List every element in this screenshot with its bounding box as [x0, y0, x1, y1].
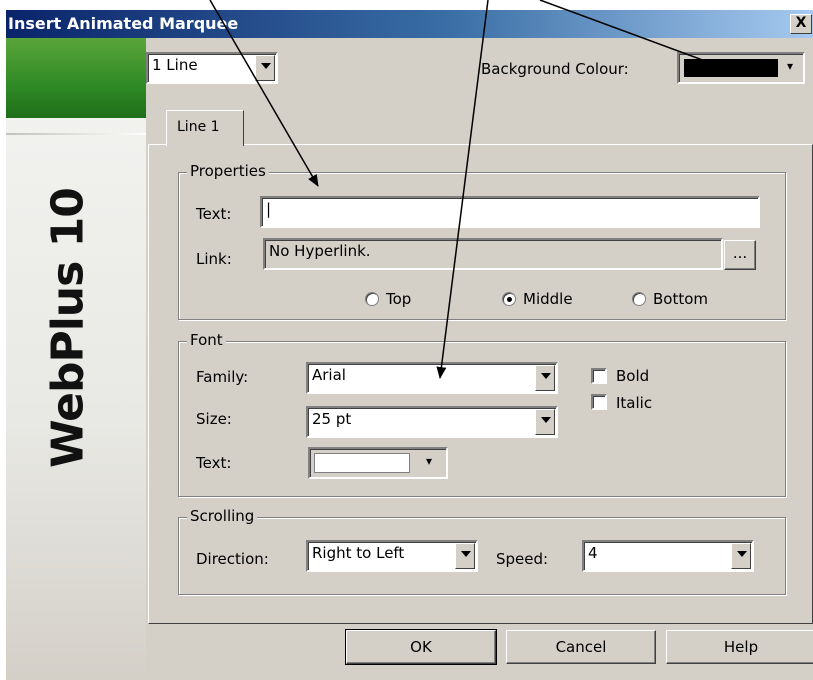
chevron-down-icon[interactable] [255, 55, 275, 81]
link-field: No Hyperlink. [263, 238, 723, 270]
marquee-text-value: | [266, 200, 272, 218]
brand-panel: WebPlus 10 [6, 38, 146, 680]
chevron-down-icon[interactable]: ▾ [787, 59, 793, 73]
brand-divider [6, 133, 146, 135]
font-size-select[interactable]: 25 pt [306, 406, 558, 438]
background-colour-label: Background Colour: [481, 60, 629, 78]
position-top-radio[interactable] [365, 292, 379, 306]
position-top-label: Top [386, 290, 412, 308]
scrolling-group-title: Scrolling [187, 507, 258, 525]
position-middle-label: Middle [523, 290, 573, 308]
webplus-logo: WebPlus 10 [42, 188, 94, 468]
font-text-colour-swatch [314, 453, 410, 473]
chevron-down-icon[interactable] [535, 409, 555, 435]
italic-checkbox[interactable] [591, 394, 607, 410]
chevron-down-icon[interactable]: ▾ [426, 454, 432, 468]
position-middle-radio[interactable] [502, 292, 516, 306]
chevron-down-icon[interactable] [455, 543, 475, 569]
font-family-select[interactable]: Arial [306, 362, 558, 394]
bold-label: Bold [616, 367, 650, 385]
speed-value: 4 [588, 544, 598, 562]
browse-link-button[interactable]: ... [724, 240, 756, 270]
tab-line-1-label: Line 1 [177, 119, 220, 135]
lines-count-select[interactable]: 1 Line [146, 52, 278, 84]
chevron-down-icon[interactable] [731, 543, 751, 569]
speed-select[interactable]: 4 [582, 540, 754, 572]
title-bar[interactable]: Insert Animated Marquee X [6, 10, 813, 38]
position-bottom-label: Bottom [653, 290, 709, 308]
direction-label: Direction: [196, 550, 269, 568]
speed-label: Speed: [496, 550, 549, 568]
font-family-value: Arial [312, 366, 346, 384]
chevron-down-icon[interactable] [535, 365, 555, 391]
direction-select[interactable]: Right to Left [306, 540, 478, 572]
font-size-value: 25 pt [312, 410, 352, 428]
brand-green-band [6, 38, 146, 118]
position-bottom-radio[interactable] [632, 292, 646, 306]
link-value: No Hyperlink. [269, 242, 371, 260]
lines-count-value: 1 Line [152, 56, 198, 74]
close-button[interactable]: X [790, 14, 812, 34]
link-label: Link: [196, 250, 232, 268]
font-group-title: Font [187, 331, 226, 349]
properties-text-label: Text: [196, 205, 232, 223]
font-text-colour-picker[interactable]: ▾ [308, 447, 448, 479]
cancel-button[interactable]: Cancel [506, 630, 656, 664]
font-size-label: Size: [196, 410, 232, 428]
background-colour-swatch [684, 59, 778, 77]
window-title: Insert Animated Marquee [8, 14, 239, 33]
font-family-label: Family: [196, 368, 249, 386]
marquee-text-input[interactable]: | [260, 196, 760, 228]
insert-animated-marquee-dialog: Insert Animated Marquee X WebPlus 10 1 L… [6, 10, 813, 680]
direction-value: Right to Left [312, 544, 405, 562]
tab-line-1[interactable]: Line 1 [166, 110, 244, 146]
background-colour-picker[interactable]: ▾ [677, 52, 805, 84]
ok-button[interactable]: OK [345, 629, 497, 665]
font-text-colour-label: Text: [196, 454, 232, 472]
bold-checkbox[interactable] [591, 368, 607, 384]
help-button[interactable]: Help [666, 630, 813, 664]
properties-group-title: Properties [187, 162, 269, 180]
italic-label: Italic [616, 394, 653, 412]
